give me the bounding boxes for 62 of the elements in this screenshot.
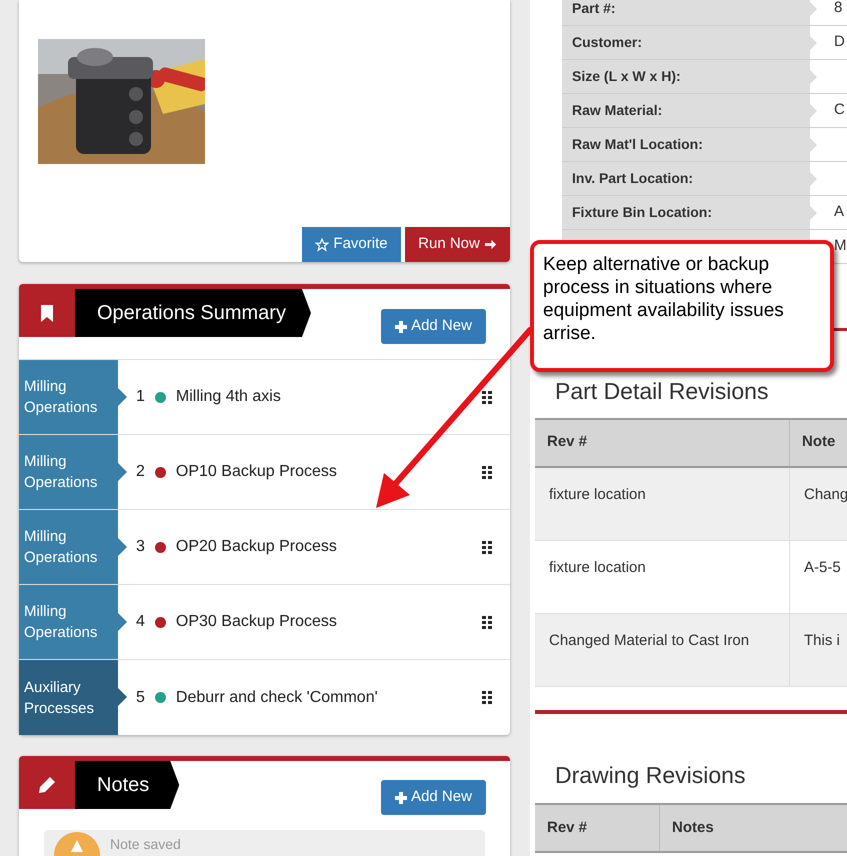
field-label: Inv. Part Location: [562, 162, 817, 195]
operation-item[interactable]: 1 Milling 4th axis [127, 360, 510, 434]
favorite-button[interactable]: Favorite [302, 227, 401, 262]
drag-handle-icon[interactable] [482, 691, 492, 704]
field-value: 8 [833, 0, 842, 18]
category-label: Milling Operations [19, 585, 127, 659]
section-title: Operations Summary [75, 289, 311, 337]
operation-number: 2 [136, 462, 145, 482]
operation-item[interactable]: 3 OP20 Backup Process [127, 510, 510, 584]
column-header: Notes [671, 818, 715, 838]
column-header: Rev # [535, 805, 660, 851]
operation-name: OP20 Backup Process [176, 537, 338, 557]
add-new-button[interactable]: Add New [381, 780, 486, 815]
annotation-tooltip: Keep alternative or backup process in situations where equipment availability issues arrise. [530, 240, 834, 372]
section-heading: Part Detail Revisions [555, 377, 770, 406]
field-value: A [833, 202, 844, 222]
section-title: Notes [75, 761, 180, 809]
category-label: Milling Operations [19, 435, 127, 509]
field-label: Fixture Bin Location: [562, 196, 817, 229]
field-value: D [833, 32, 845, 52]
plus-icon [395, 792, 408, 804]
field-label: Part #: [562, 0, 817, 25]
drag-handle-icon[interactable] [482, 390, 492, 404]
table-cell-text: Chang [803, 484, 847, 504]
column-header: Rev # [535, 420, 790, 466]
plus-icon [395, 320, 408, 332]
run-now-button[interactable]: Run Now [405, 227, 510, 262]
field-label: Customer: [562, 26, 817, 59]
operation-name: Deburr and check 'Common' [176, 688, 379, 708]
operation-item[interactable]: 4 OP30 Backup Process [127, 585, 510, 659]
field-value: C [833, 100, 845, 120]
table-cell: Changed Material to Cast Iron [535, 614, 790, 686]
operation-item[interactable]: 5 Deburr and check 'Common' [127, 660, 510, 735]
operation-number: 1 [136, 387, 145, 407]
category-label: Milling Operations [19, 360, 127, 434]
arrow-right-icon [484, 238, 497, 251]
table-cell: fixture location [535, 540, 790, 612]
table-cell-text: A-5-5 [803, 558, 842, 578]
field-label: Size (L x W x H): [562, 60, 817, 93]
pencil-icon [38, 776, 56, 794]
section-heading: Drawing Revisions [555, 760, 746, 790]
field-label: Raw Material: [562, 94, 817, 127]
table-cell: fixture location [535, 468, 790, 540]
operation-number: 3 [136, 537, 145, 557]
operation-number: 4 [136, 612, 145, 632]
category-label: Auxiliary Processes [19, 660, 127, 735]
column-header: Note [801, 432, 836, 452]
bookmark-icon [40, 304, 54, 322]
operation-name: OP10 Backup Process [176, 462, 338, 482]
table-cell-text: This i [803, 630, 841, 650]
drag-handle-icon[interactable] [482, 466, 492, 478]
operation-name: Milling 4th axis [176, 387, 282, 407]
alert-text: Note saved [110, 836, 181, 853]
field-value: M [833, 236, 846, 256]
star-icon [315, 238, 330, 252]
operation-number: 5 [136, 688, 145, 708]
field-label: Raw Mat'l Location: [562, 128, 817, 161]
operation-name: OP30 Backup Process [176, 612, 338, 632]
add-new-button[interactable]: Add New [381, 309, 486, 344]
drag-handle-icon[interactable] [482, 616, 492, 628]
drag-handle-icon[interactable] [482, 540, 492, 554]
category-label: Milling Operations [19, 510, 127, 584]
